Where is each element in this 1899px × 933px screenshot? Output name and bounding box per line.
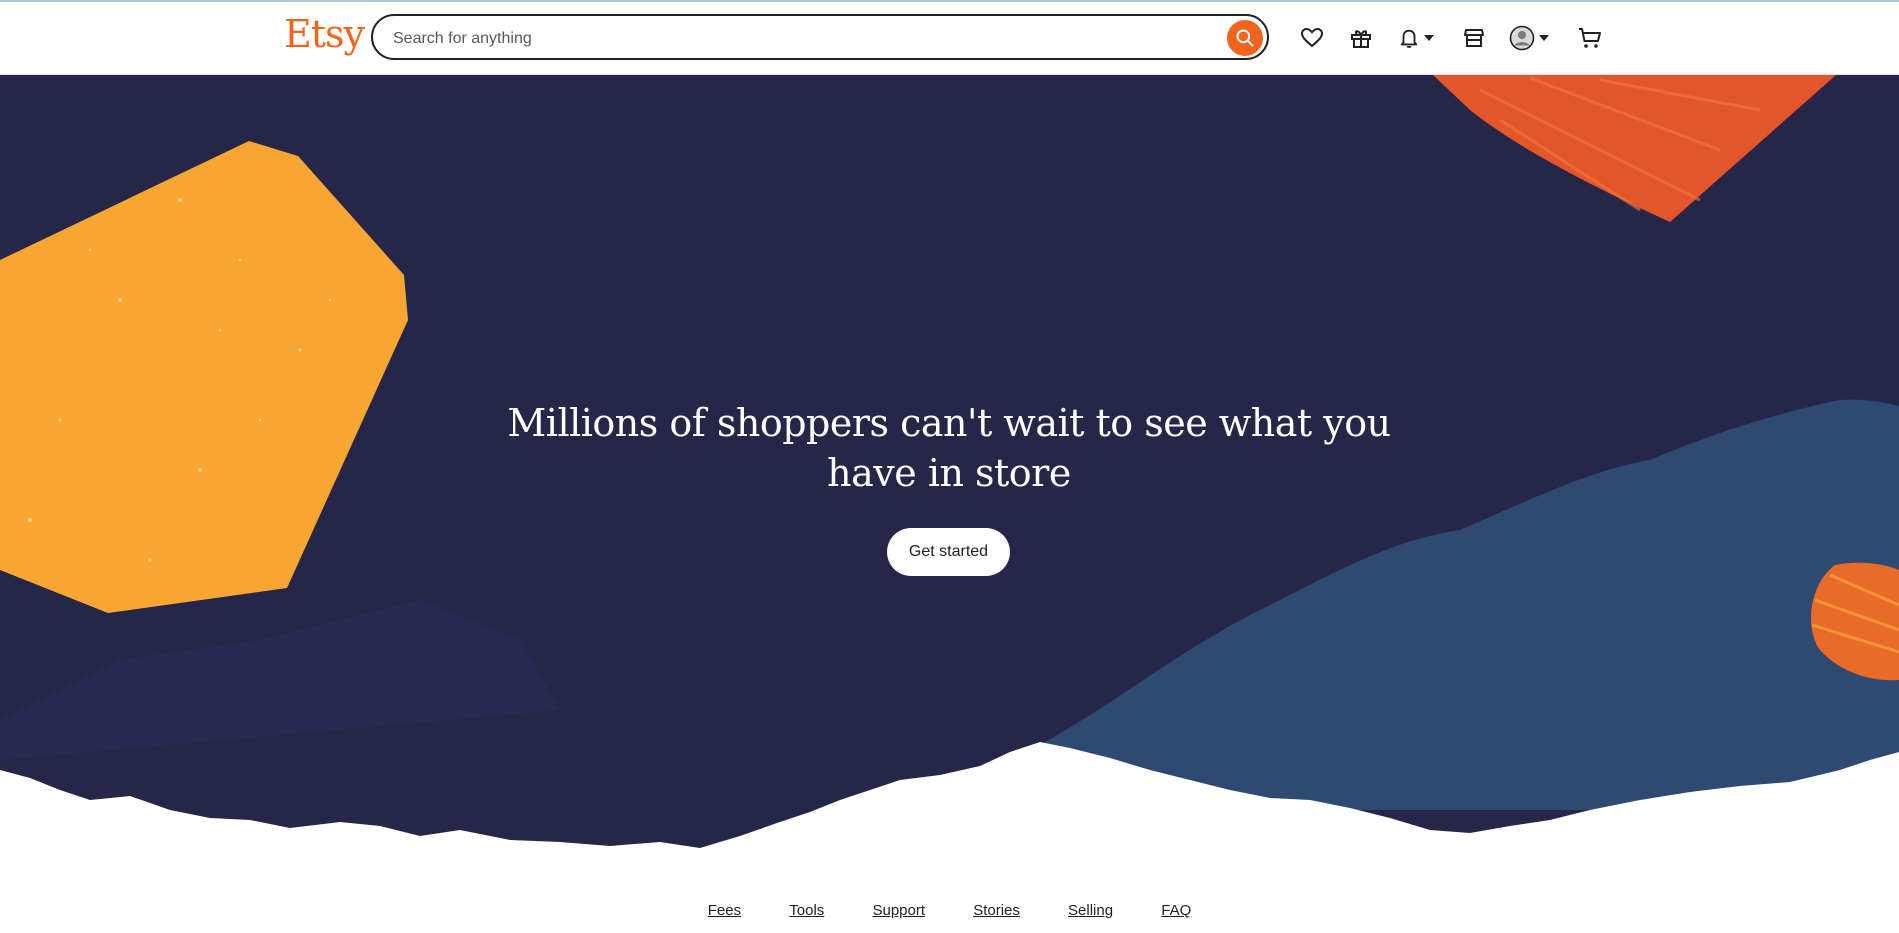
cart-button[interactable] (1577, 24, 1603, 52)
hero-banner: Millions of shoppers can't wait to see w… (0, 75, 1899, 875)
heart-icon (1300, 27, 1324, 48)
cart-icon (1579, 28, 1601, 48)
search-input[interactable] (391, 26, 1195, 52)
search-icon (1236, 29, 1254, 47)
chevron-down-icon (1424, 35, 1434, 41)
get-started-button[interactable]: Get started (887, 528, 1010, 576)
gifts-button[interactable] (1349, 24, 1373, 52)
footer-link-tools[interactable]: Tools (789, 902, 824, 919)
etsy-logo[interactable]: Etsy (284, 12, 365, 56)
site-header: Etsy (0, 2, 1899, 75)
gift-icon (1351, 30, 1371, 48)
hero-headline: Millions of shoppers can't wait to see w… (507, 401, 1391, 495)
footer-link-fees[interactable]: Fees (708, 902, 741, 919)
search-bar (371, 14, 1269, 60)
footer-links: Fees Tools Support Stories Selling FAQ (0, 902, 1899, 919)
footer-link-support[interactable]: Support (872, 902, 925, 919)
favorites-button[interactable] (1300, 24, 1324, 52)
footer-link-faq[interactable]: FAQ (1161, 902, 1191, 919)
chevron-down-icon (1539, 35, 1549, 41)
bell-icon (1400, 29, 1418, 48)
footer-link-selling[interactable]: Selling (1068, 902, 1113, 919)
account-button[interactable] (1509, 24, 1549, 52)
notifications-button[interactable] (1398, 24, 1434, 52)
shop-icon (1464, 29, 1484, 47)
user-avatar-icon (1509, 25, 1535, 51)
search-button[interactable] (1227, 20, 1263, 56)
footer-link-stories[interactable]: Stories (973, 902, 1020, 919)
shop-manager-button[interactable] (1462, 24, 1486, 52)
